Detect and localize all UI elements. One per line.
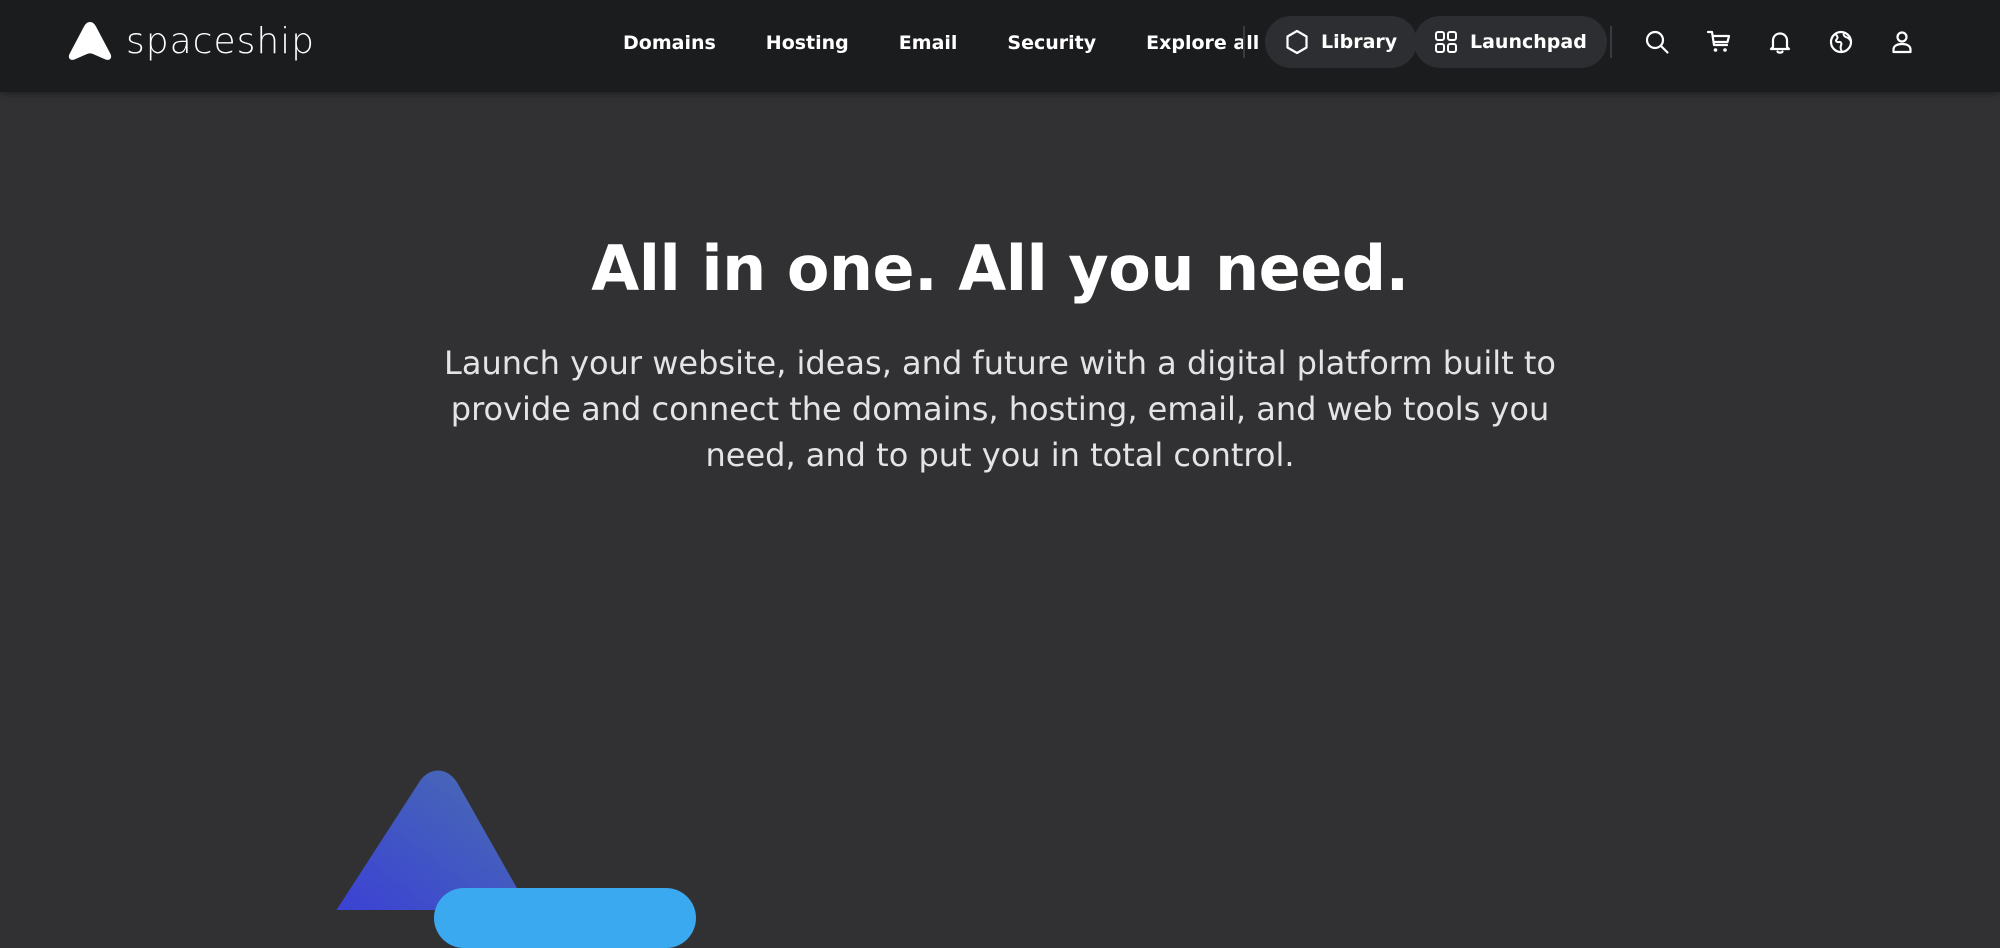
- nav-hosting[interactable]: Hosting: [741, 32, 874, 54]
- launchpad-button[interactable]: Launchpad: [1414, 16, 1607, 68]
- nav-security[interactable]: Security: [982, 32, 1121, 54]
- launchpad-label: Launchpad: [1470, 31, 1587, 53]
- nav-divider: [1243, 26, 1245, 58]
- top-navigation-bar: spaceship Domains Hosting Email Security…: [0, 0, 2000, 92]
- notifications-button[interactable]: [1762, 24, 1798, 60]
- bell-icon: [1769, 32, 1791, 54]
- library-button[interactable]: Library: [1265, 16, 1418, 68]
- library-label: Library: [1321, 31, 1398, 53]
- nav-divider: [1610, 26, 1612, 58]
- nav-email[interactable]: Email: [874, 32, 983, 54]
- cart-button[interactable]: [1701, 24, 1737, 60]
- language-button[interactable]: [1823, 24, 1859, 60]
- user-icon: [1892, 31, 1912, 54]
- blue-card-shape: [434, 888, 696, 948]
- nav-domains[interactable]: Domains: [598, 32, 741, 54]
- search-button[interactable]: [1639, 24, 1675, 60]
- globe-icon: [1829, 30, 1853, 54]
- spaceship-logo[interactable]: spaceship: [68, 18, 315, 64]
- hero-subtitle: Launch your website, ideas, and future w…: [444, 344, 1556, 474]
- hero-title: All in one. All you need.: [591, 232, 1409, 305]
- account-button[interactable]: [1884, 24, 1920, 60]
- search-icon: [1645, 30, 1669, 54]
- brand-name: spaceship: [126, 20, 316, 62]
- hexagon-icon: [1286, 29, 1308, 55]
- nav-explore-all[interactable]: Explore all: [1121, 32, 1284, 54]
- cart-icon: [1706, 30, 1731, 52]
- main-nav: Domains Hosting Email Security Explore a…: [598, 0, 1284, 86]
- spaceship-logo-icon: [68, 22, 112, 60]
- grid-icon: [1435, 31, 1457, 53]
